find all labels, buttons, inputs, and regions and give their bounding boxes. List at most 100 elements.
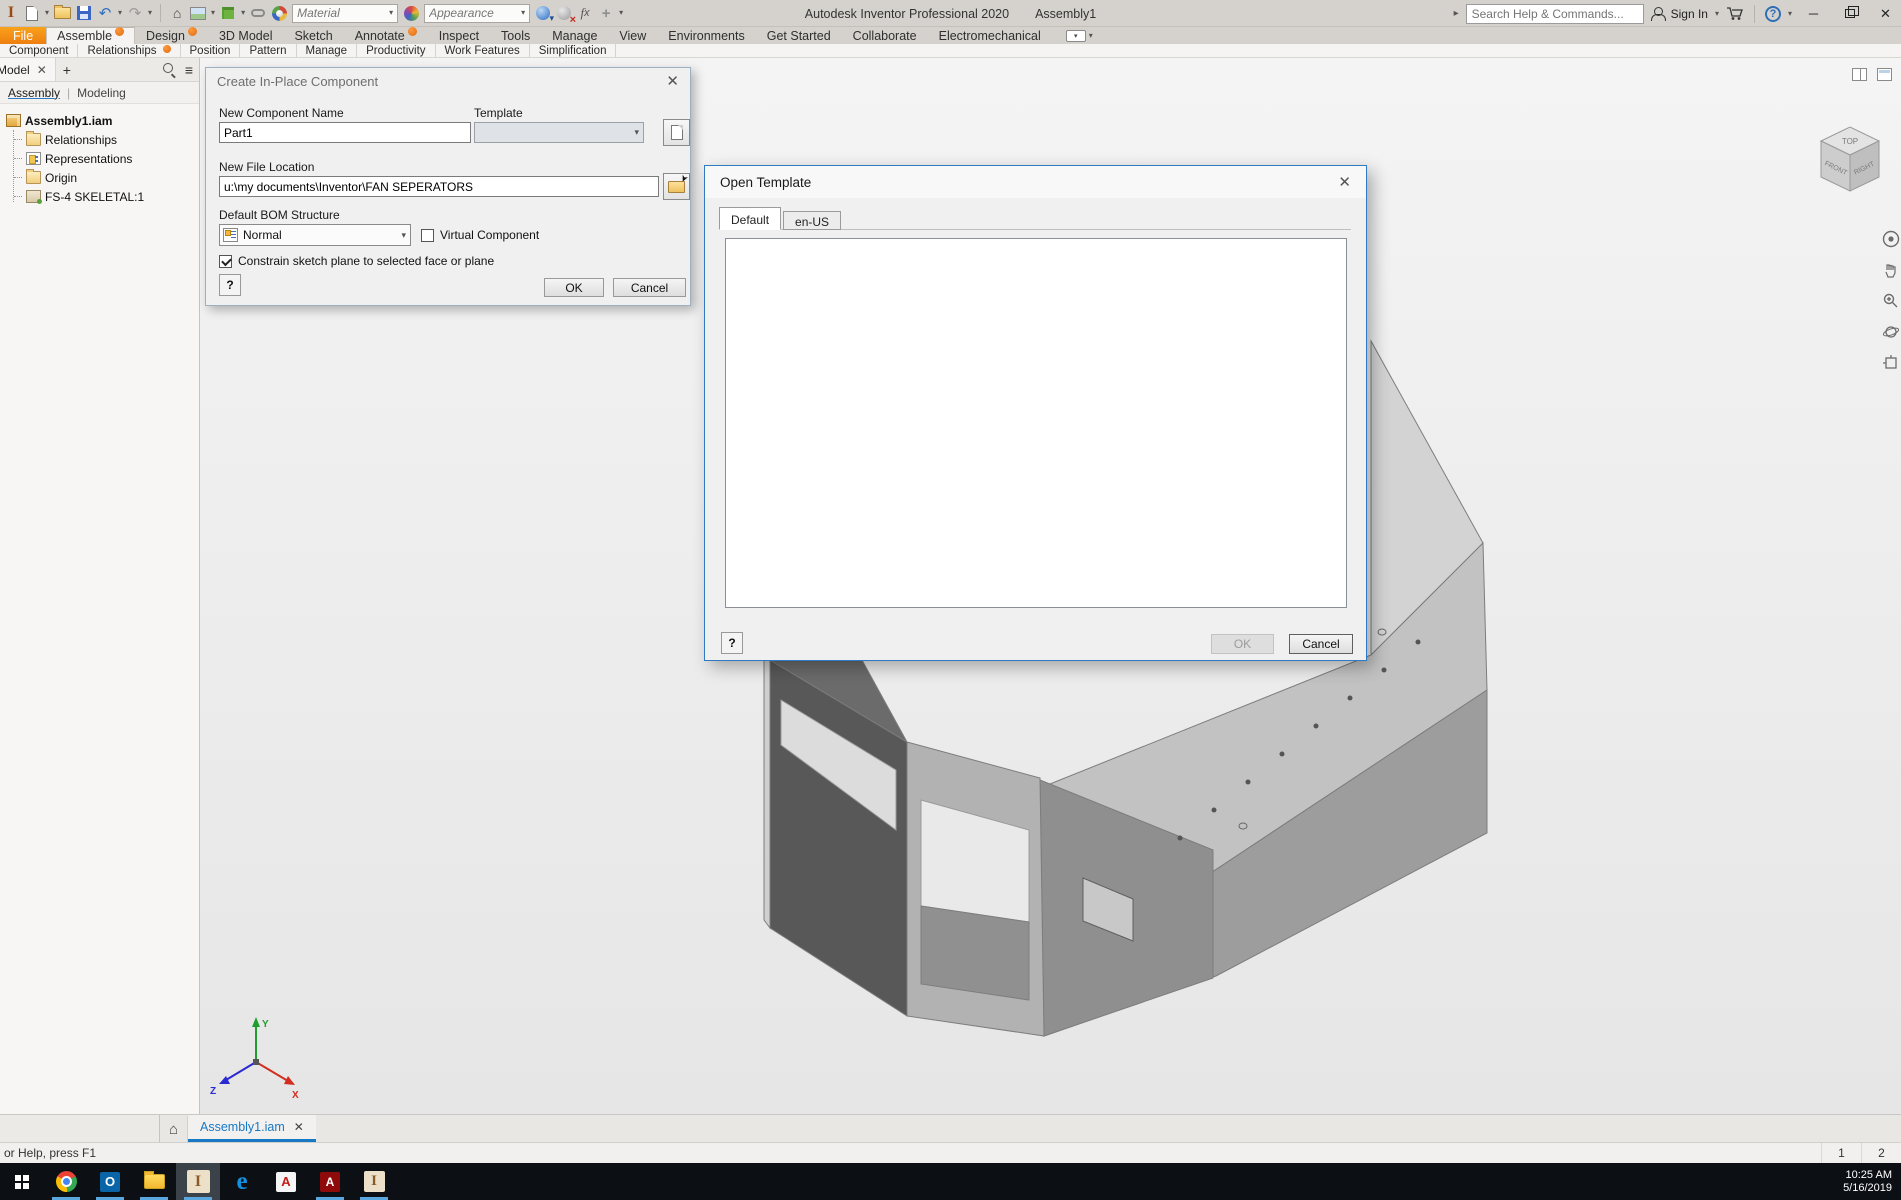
new-template-button[interactable] — [663, 119, 690, 146]
ribbon-panel[interactable]: Simplification — [530, 44, 617, 57]
browser-tab-model[interactable]: Model ✕ — [0, 58, 56, 81]
dialog-titlebar[interactable]: Create In-Place Component ✕ — [206, 68, 690, 95]
maximize-view-icon[interactable] — [1877, 68, 1892, 81]
file-location-input[interactable] — [219, 176, 659, 197]
ribbon-tab[interactable]: Inspect — [428, 27, 490, 44]
taskbar-clock[interactable]: 10:25 AM 5/16/2019 — [1843, 1169, 1901, 1195]
ribbon-panel[interactable]: Component — [0, 44, 79, 57]
undo-caret-icon[interactable]: ▾ — [118, 9, 122, 17]
browser-tree-item[interactable]: Relationships — [14, 130, 199, 149]
close-icon[interactable]: ✕ — [294, 1120, 304, 1134]
save-icon[interactable] — [76, 3, 92, 23]
link-icon[interactable] — [250, 3, 266, 23]
help-button[interactable]: ? — [721, 632, 743, 654]
cancel-button[interactable]: Cancel — [1289, 634, 1353, 654]
bom-structure-combo[interactable]: Normal ▾ — [219, 224, 411, 246]
ribbon-panel[interactable]: Productivity — [357, 44, 436, 57]
restore-button[interactable] — [1835, 1, 1864, 27]
sign-in-button[interactable]: Sign In — [1671, 7, 1708, 21]
collapse-infocenter-icon[interactable]: ▸ — [1454, 8, 1459, 19]
open-file-icon[interactable] — [54, 3, 72, 23]
thumbnail-icon[interactable] — [190, 3, 207, 23]
ribbon-tab[interactable]: Manage — [541, 27, 608, 44]
tab-file[interactable]: File — [0, 27, 47, 44]
browser-tree-item[interactable]: Assembly1.iam — [6, 111, 199, 130]
component-icon[interactable] — [220, 3, 236, 23]
component-name-input[interactable] — [219, 122, 471, 143]
app-store-cart-icon[interactable] — [1726, 6, 1744, 21]
ribbon-tab[interactable]: Electromechanical — [928, 27, 1052, 44]
new-file-icon[interactable] — [24, 3, 40, 23]
cancel-button[interactable]: Cancel — [613, 278, 686, 297]
ok-button[interactable]: OK — [1211, 634, 1274, 654]
document-tab-assembly1[interactable]: Assembly1.iam ✕ — [188, 1115, 316, 1142]
taskbar-app-icon[interactable] — [176, 1163, 220, 1200]
taskbar-app-icon[interactable] — [88, 1163, 132, 1200]
look-at-icon[interactable] — [1882, 354, 1900, 372]
browse-location-button[interactable] — [663, 173, 690, 200]
add-browser-tab-button[interactable]: + — [63, 62, 71, 78]
taskbar-app-icon[interactable] — [264, 1163, 308, 1200]
dialog-titlebar[interactable]: Open Template ✕ — [705, 166, 1366, 198]
taskbar-app-icon[interactable] — [44, 1163, 88, 1200]
browser-tree-item[interactable]: Origin — [14, 168, 199, 187]
clear-appearance-icon[interactable] — [556, 3, 576, 26]
ribbon-tab[interactable]: 3D Model — [208, 27, 284, 44]
browser-menu-icon[interactable]: ≡ — [185, 62, 193, 78]
add-icon[interactable]: + — [598, 3, 614, 23]
thumbnail-caret-icon[interactable]: ▾ — [211, 9, 215, 17]
redo-icon[interactable]: ↷ — [127, 3, 143, 23]
ribbon-tab[interactable]: Get Started — [756, 27, 842, 44]
new-file-caret-icon[interactable]: ▾ — [45, 9, 49, 17]
browser-tree-item[interactable]: Representations — [14, 149, 199, 168]
template-tab[interactable]: en-US — [783, 211, 842, 230]
minimize-button[interactable]: ─ — [1799, 1, 1828, 27]
material-ball-icon[interactable] — [271, 3, 287, 23]
close-button[interactable]: ✕ — [1871, 1, 1900, 27]
ribbon-tab[interactable]: View — [608, 27, 657, 44]
help-button[interactable]: ? — [219, 274, 241, 296]
pan-icon[interactable] — [1882, 261, 1900, 279]
sign-in-caret-icon[interactable]: ▾ — [1715, 9, 1719, 18]
split-view-icon[interactable] — [1852, 68, 1867, 81]
parameters-fx-icon[interactable]: fx — [577, 3, 593, 23]
close-icon[interactable]: ✕ — [666, 74, 679, 89]
close-icon[interactable]: ✕ — [37, 63, 47, 77]
ribbon-tab[interactable]: Assemble — [46, 27, 136, 44]
adjust-appearance-icon[interactable] — [535, 3, 554, 24]
ribbon-panel[interactable]: Work Features — [436, 44, 530, 57]
full-navigation-wheel-icon[interactable] — [1882, 230, 1900, 248]
virtual-component-checkbox[interactable] — [421, 228, 434, 242]
close-icon[interactable]: ✕ — [1338, 175, 1351, 190]
qat-customize-caret-icon[interactable]: ▾ — [619, 9, 623, 17]
view-assembly-link[interactable]: Assembly — [8, 86, 60, 100]
ok-button[interactable]: OK — [544, 278, 604, 297]
undo-icon[interactable]: ↶ — [97, 3, 113, 23]
ribbon-tab[interactable]: Collaborate — [842, 27, 928, 44]
help-icon[interactable]: ? — [1764, 5, 1781, 22]
search-icon[interactable] — [162, 63, 176, 76]
ribbon-tab[interactable]: Design — [135, 27, 208, 44]
view-modeling-link[interactable]: Modeling — [77, 86, 126, 100]
taskbar-app-icon[interactable] — [352, 1163, 396, 1200]
taskbar-app-icon[interactable] — [308, 1163, 352, 1200]
template-list-area[interactable] — [725, 238, 1347, 608]
constrain-sketch-checkbox[interactable] — [219, 254, 232, 268]
home-tab-icon[interactable]: ⌂ — [160, 1116, 188, 1142]
view-cube[interactable]: TOP FRONT RIGHT — [1810, 118, 1890, 200]
help-caret-icon[interactable]: ▾ — [1788, 9, 1792, 18]
material-combo[interactable]: Material ▾ — [292, 3, 399, 23]
help-search-input[interactable] — [1465, 3, 1644, 24]
zoom-icon[interactable] — [1882, 292, 1900, 310]
browser-tree-item[interactable]: FS-4 SKELETAL:1 — [14, 187, 199, 206]
ribbon-tab[interactable]: Annotate — [344, 27, 428, 44]
component-caret-icon[interactable]: ▾ — [241, 9, 245, 17]
ribbon-tab[interactable]: Tools — [490, 27, 541, 44]
template-combo[interactable]: ▾ — [474, 122, 644, 143]
appearance-wheel-icon[interactable] — [403, 3, 419, 23]
ribbon-panel[interactable]: Relationships — [78, 44, 181, 57]
ribbon-display-toggle[interactable]: ▾ ▾ — [1065, 27, 1093, 44]
taskbar-app-icon[interactable] — [220, 1163, 264, 1200]
redo-caret-icon[interactable]: ▾ — [148, 9, 152, 17]
appearance-combo[interactable]: Appearance ▾ — [424, 3, 531, 23]
